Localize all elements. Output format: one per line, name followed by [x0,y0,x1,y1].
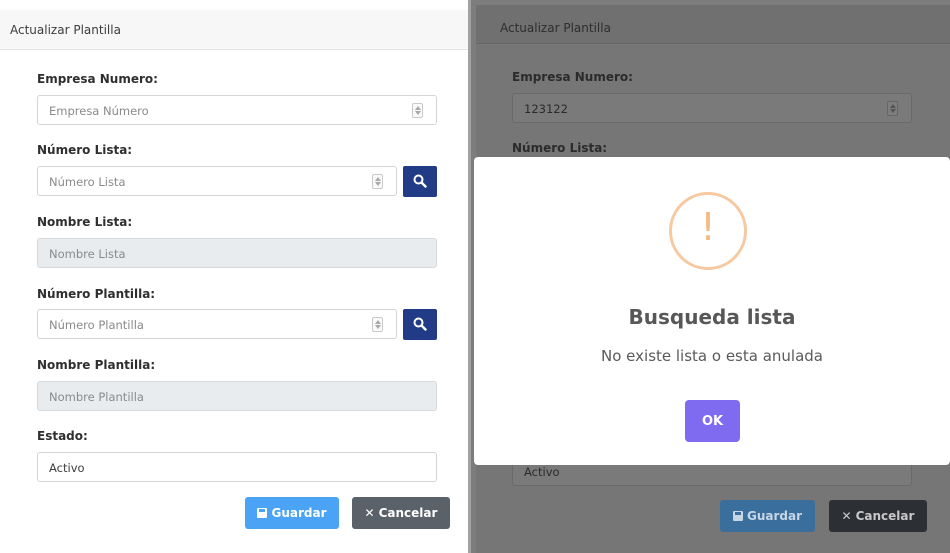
empresa-input[interactable]: Empresa Número [37,95,437,125]
numero-plantilla-placeholder: Número Plantilla [49,318,144,332]
search-lista-button[interactable] [403,166,437,197]
alert-title: Busqueda lista [628,305,796,329]
left-form-title: Actualizar Plantilla [10,23,121,37]
empresa-label: Empresa Numero: [37,72,158,86]
search-plantilla-button[interactable] [403,309,437,340]
floppy-disk-icon [257,508,268,518]
nombre-plantilla-placeholder: Nombre Plantilla [49,390,144,404]
right-cancel-button: ✕ Cancelar [829,500,927,532]
save-button[interactable]: Guardar [245,497,339,529]
empresa-placeholder: Empresa Número [49,104,149,118]
nombre-lista-placeholder: Nombre Lista [49,247,126,261]
right-empresa-input: 123122 [512,93,912,123]
right-form-header: Actualizar Plantilla [476,5,950,44]
estado-value: Activo [49,461,85,475]
right-save-button: Guardar [720,500,815,532]
cancel-button[interactable]: ✕ Cancelar [352,497,450,529]
x-icon: ✕ [364,506,375,520]
x-icon: ✕ [841,509,852,523]
floppy-disk-icon [732,511,743,521]
right-cancel-button-label: Cancelar [855,509,915,523]
nombre-plantilla-input: Nombre Plantilla [37,381,437,411]
nombre-lista-label: Nombre Lista: [37,215,133,229]
numero-plantilla-spinner[interactable] [372,317,383,332]
numero-lista-label: Número Lista: [37,143,133,157]
empresa-spinner[interactable] [412,103,423,118]
ok-button[interactable]: OK [685,400,740,442]
alert-dialog: ! Busqueda lista No existe lista o esta … [474,157,950,465]
right-estado-value: Activo [524,465,560,479]
numero-lista-input[interactable]: Número Lista [37,166,397,196]
right-numero-lista-label: Número Lista: [512,141,608,155]
right-empresa-spinner [887,101,898,116]
left-form-panel: Actualizar Plantilla Empresa Numero: Emp… [0,0,468,553]
save-button-label: Guardar [271,506,327,520]
nombre-lista-input: Nombre Lista [37,238,437,268]
search-icon [413,174,427,188]
alert-message: No existe lista o esta anulada [601,347,823,365]
numero-lista-placeholder: Número Lista [49,175,126,189]
numero-plantilla-input[interactable]: Número Plantilla [37,309,397,339]
right-form-title: Actualizar Plantilla [500,21,611,35]
right-save-button-label: Guardar [746,509,802,523]
right-empresa-label: Empresa Numero: [512,70,633,84]
right-empresa-value: 123122 [524,102,568,116]
numero-lista-spinner[interactable] [372,174,383,189]
search-icon [413,317,427,331]
estado-select[interactable]: Activo [37,452,437,482]
nombre-plantilla-label: Nombre Plantilla: [37,358,156,372]
numero-plantilla-label: Número Plantilla: [37,287,156,301]
left-form-header: Actualizar Plantilla [0,10,468,50]
warning-exclamation: ! [700,205,716,249]
estado-label: Estado: [37,429,88,443]
cancel-button-label: Cancelar [378,506,438,520]
warning-icon: ! [669,192,747,270]
